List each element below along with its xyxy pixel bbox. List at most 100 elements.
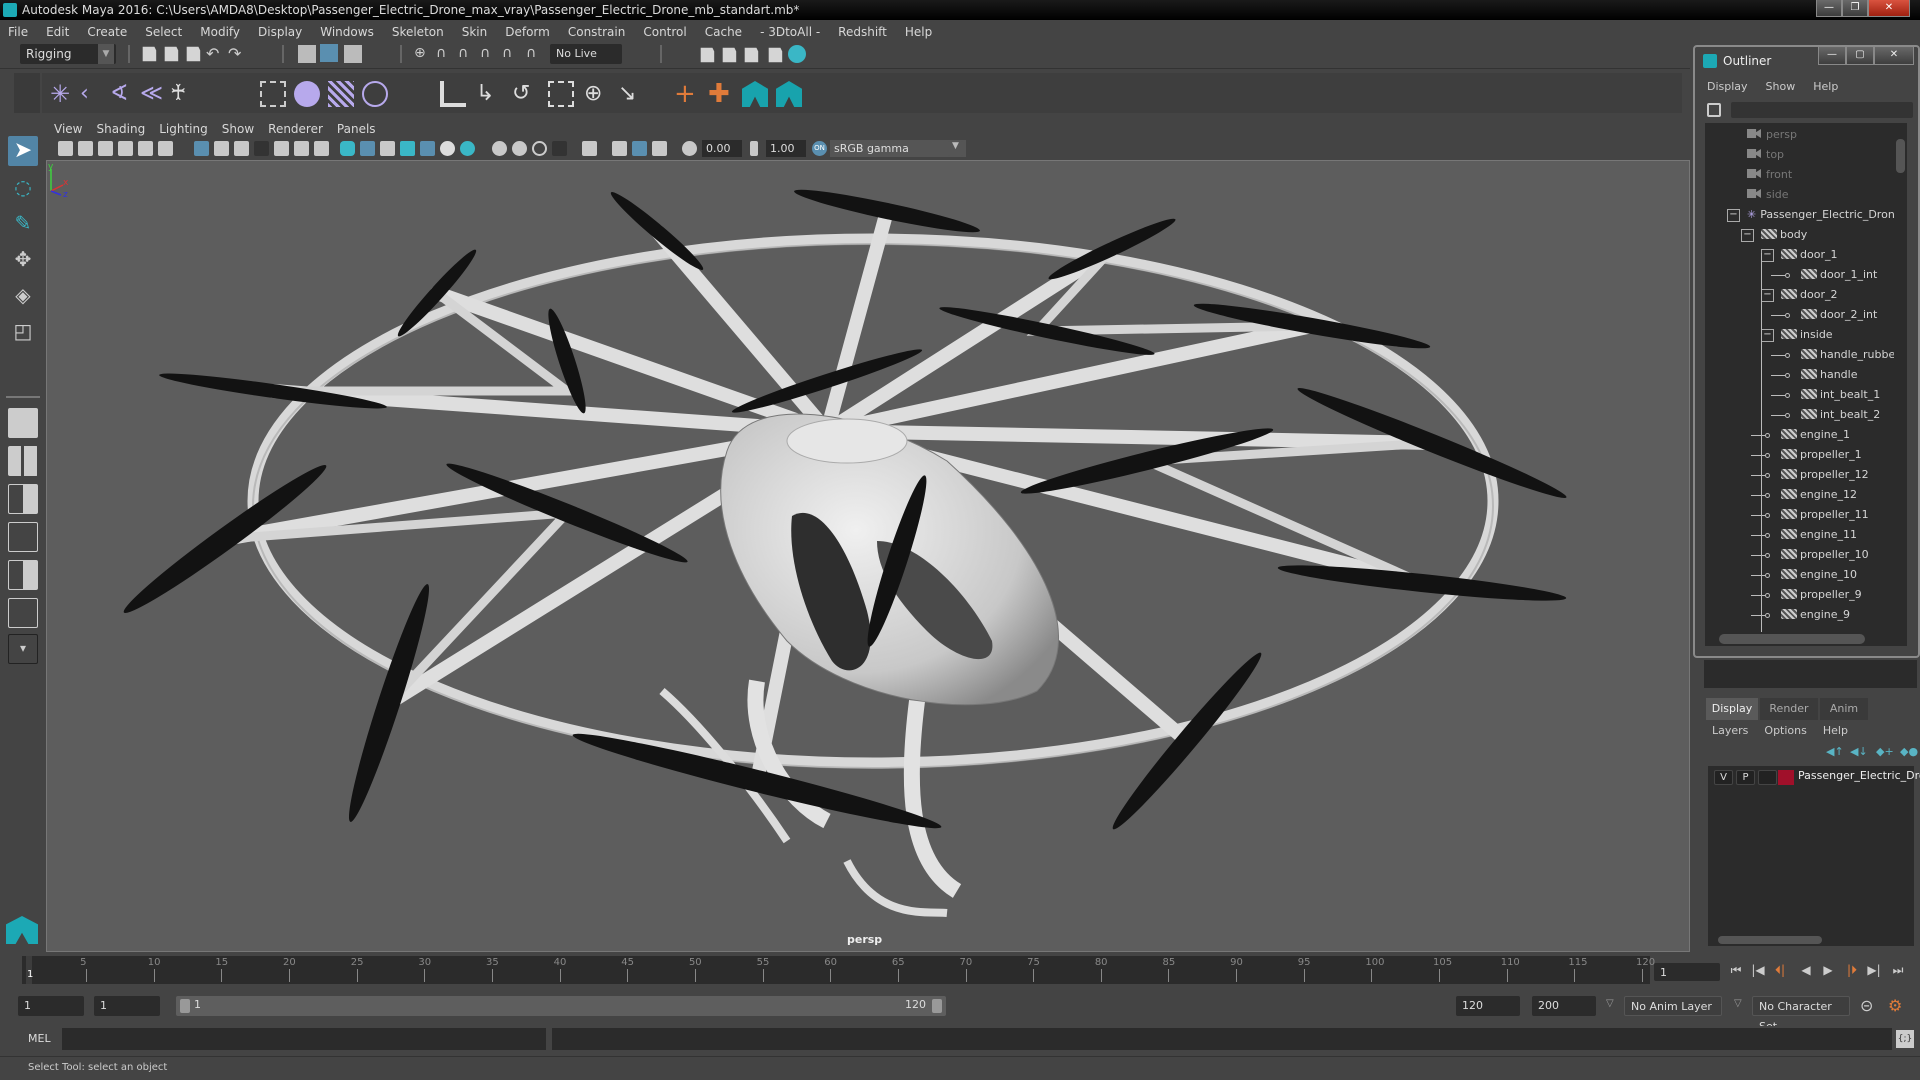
move-layer-down-icon[interactable]: ◀↓ bbox=[1850, 745, 1868, 758]
color-space-dropdown[interactable]: sRGB gamma bbox=[830, 140, 966, 157]
outliner-item[interactable]: door_2_int bbox=[1801, 305, 1877, 325]
menu-skin[interactable]: Skin bbox=[462, 25, 488, 39]
command-input[interactable] bbox=[62, 1028, 546, 1050]
outliner-item[interactable]: engine_9 bbox=[1781, 605, 1850, 625]
skin-bind-icon[interactable] bbox=[260, 81, 286, 107]
gate-mask-icon[interactable] bbox=[254, 141, 269, 156]
layers-menu-layers[interactable]: Layers bbox=[1712, 724, 1748, 737]
single-perspective-layout-icon[interactable] bbox=[8, 408, 38, 438]
maya-logo-icon[interactable] bbox=[776, 81, 802, 107]
layout-more-icon[interactable]: ▾ bbox=[8, 634, 38, 664]
lasso-tool-icon[interactable]: ◌ bbox=[8, 172, 38, 202]
snap-view-plane-icon[interactable]: ∩ bbox=[480, 45, 498, 63]
step-back-key-button[interactable]: ⏴| bbox=[1772, 963, 1788, 977]
outliner-menu-help[interactable]: Help bbox=[1813, 80, 1838, 93]
end-time-field[interactable]: 200 bbox=[1532, 996, 1596, 1016]
outliner-item[interactable]: int_bealt_1 bbox=[1801, 385, 1880, 405]
scale-constraint-icon[interactable] bbox=[548, 81, 574, 107]
select-component-icon[interactable] bbox=[344, 45, 362, 63]
humanik-icon[interactable]: ♰ bbox=[170, 81, 196, 107]
point-constraint-icon[interactable]: ↳ bbox=[476, 81, 502, 107]
current-frame-field[interactable]: 1 bbox=[1654, 963, 1720, 981]
render-settings-icon[interactable] bbox=[768, 47, 783, 63]
animation-preferences-icon[interactable]: ⚙ bbox=[1888, 996, 1902, 1015]
outliner-item[interactable]: engine_12 bbox=[1781, 485, 1857, 505]
image-plane-icon[interactable] bbox=[118, 141, 133, 156]
motion-blur-icon[interactable] bbox=[512, 141, 527, 156]
layers-menu-options[interactable]: Options bbox=[1764, 724, 1806, 737]
anim-layer-dropdown[interactable]: No Anim Layer bbox=[1624, 996, 1722, 1016]
grid-icon[interactable] bbox=[194, 141, 209, 156]
chevron-down-icon[interactable]: ▼ bbox=[948, 141, 963, 156]
collapse-toggle[interactable]: − bbox=[1761, 289, 1774, 302]
paint-select-tool-icon[interactable]: ✎ bbox=[8, 208, 38, 238]
range-start-handle[interactable] bbox=[180, 999, 190, 1013]
snap-live-icon[interactable]: ∩ bbox=[502, 45, 520, 63]
aim-constraint-icon[interactable]: ⊕ bbox=[584, 81, 610, 107]
go-to-end-button[interactable]: ⏭ bbox=[1890, 963, 1906, 977]
render-current-frame-icon[interactable] bbox=[722, 47, 737, 63]
xray-joints-icon[interactable] bbox=[612, 141, 627, 156]
close-button[interactable]: ✕ bbox=[1868, 0, 1910, 17]
depth-of-field-icon[interactable] bbox=[552, 141, 567, 156]
menu-windows[interactable]: Windows bbox=[320, 25, 374, 39]
filter-toggle-icon[interactable] bbox=[1707, 103, 1721, 117]
play-forwards-button[interactable]: ▶ bbox=[1820, 963, 1836, 977]
safe-action-icon[interactable] bbox=[294, 141, 309, 156]
outliner-item[interactable]: engine_11 bbox=[1781, 525, 1857, 545]
menu-create[interactable]: Create bbox=[87, 25, 127, 39]
ik-spline-icon[interactable]: ∢ bbox=[110, 81, 136, 107]
step-back-frame-button[interactable]: |◀ bbox=[1750, 963, 1766, 977]
range-end-handle[interactable] bbox=[932, 999, 942, 1013]
lattice-icon[interactable] bbox=[328, 81, 354, 107]
gamma-icon[interactable] bbox=[750, 141, 758, 156]
save-scene-icon[interactable] bbox=[186, 46, 201, 62]
new-scene-icon[interactable] bbox=[142, 46, 157, 62]
outliner-graph-layout-icon[interactable] bbox=[8, 598, 38, 628]
render-view-icon[interactable] bbox=[700, 47, 715, 63]
scale-tool-icon[interactable]: ◰ bbox=[8, 316, 38, 346]
range-slider[interactable]: 1 120 bbox=[176, 996, 946, 1016]
menu-help[interactable]: Help bbox=[905, 25, 932, 39]
outliner-item[interactable]: int_bealt_2 bbox=[1801, 405, 1880, 425]
outliner-close-button[interactable]: ✕ bbox=[1874, 47, 1914, 65]
vp-menu-shading[interactable]: Shading bbox=[96, 122, 145, 136]
menu-3dtoall[interactable]: - 3DtoAll - bbox=[760, 25, 820, 39]
go-to-start-button[interactable]: ⏮ bbox=[1728, 963, 1744, 977]
new-layer-selected-icon[interactable]: ◆● bbox=[1900, 745, 1918, 758]
outliner-vertical-scrollbar[interactable] bbox=[1894, 123, 1907, 632]
vp-menu-renderer[interactable]: Renderer bbox=[268, 122, 323, 136]
playback-start-field[interactable]: 1 bbox=[94, 996, 160, 1016]
persp-graph-layout-icon[interactable] bbox=[8, 522, 38, 552]
collapse-toggle[interactable]: − bbox=[1727, 209, 1740, 222]
collapse-toggle[interactable]: − bbox=[1761, 329, 1774, 342]
menu-cache[interactable]: Cache bbox=[705, 25, 742, 39]
tab-display[interactable]: Display bbox=[1706, 698, 1758, 720]
outliner-item[interactable]: propeller_9 bbox=[1781, 585, 1862, 605]
layer-display-type-toggle[interactable] bbox=[1758, 770, 1777, 785]
time-slider[interactable]: 1 5 10 15 20 25 30 35 40 45 50 55 60 65 70 75 80 85 90 95 1… bbox=[22, 956, 1655, 984]
snap-grid-icon[interactable]: ⊕ bbox=[414, 45, 432, 63]
layer-playback-toggle[interactable]: P bbox=[1736, 770, 1755, 785]
menu-constrain[interactable]: Constrain bbox=[568, 25, 626, 39]
outliner-item[interactable]: top bbox=[1747, 145, 1784, 165]
screen-space-ao-icon[interactable] bbox=[492, 141, 507, 156]
color-management-toggle[interactable]: ON bbox=[812, 141, 827, 156]
tab-render[interactable]: Render bbox=[1760, 698, 1818, 720]
2d-pan-zoom-icon[interactable] bbox=[138, 141, 153, 156]
locator-constraint-icon[interactable]: ✚ bbox=[708, 81, 734, 107]
chevron-down-icon[interactable]: ▽ bbox=[1734, 998, 1742, 1009]
outliner-minimize-button[interactable]: — bbox=[1818, 47, 1846, 65]
exposure-icon[interactable] bbox=[682, 141, 697, 156]
move-tool-icon[interactable]: ✥ bbox=[8, 244, 38, 274]
menu-skeleton[interactable]: Skeleton bbox=[392, 25, 444, 39]
collapse-toggle[interactable]: − bbox=[1741, 229, 1754, 242]
menu-edit[interactable]: Edit bbox=[46, 25, 69, 39]
parent-constraint-icon[interactable] bbox=[440, 81, 466, 107]
minimize-button[interactable]: — bbox=[1816, 0, 1842, 17]
play-backwards-button[interactable]: ◀ bbox=[1798, 963, 1814, 977]
outliner-item[interactable]: propeller_12 bbox=[1781, 465, 1869, 485]
undo-icon[interactable]: ↶ bbox=[206, 44, 224, 63]
bookmark-icon[interactable] bbox=[98, 141, 113, 156]
menu-redshift[interactable]: Redshift bbox=[838, 25, 887, 39]
